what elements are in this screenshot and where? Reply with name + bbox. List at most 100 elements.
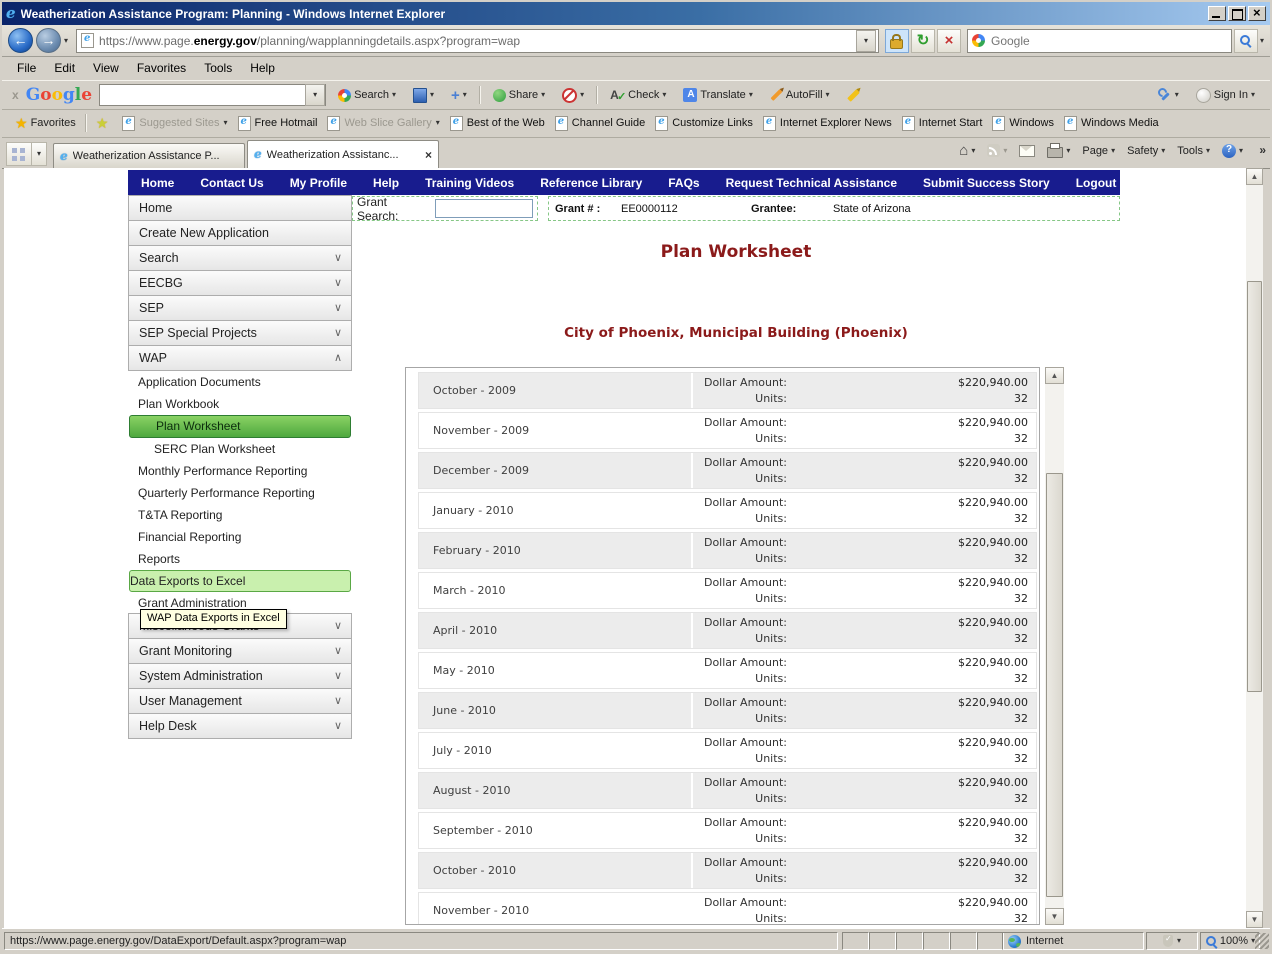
sidebar-item[interactable]: T&TA Reporting bbox=[128, 504, 352, 526]
favorite-link[interactable]: Best of the Web ▾ bbox=[445, 113, 550, 134]
add-favorite-button[interactable]: ★ bbox=[91, 113, 114, 133]
favorites-button[interactable]: ★ Favorites bbox=[10, 113, 81, 133]
favorite-link[interactable]: Windows ▾ bbox=[987, 113, 1059, 134]
search-go-button[interactable] bbox=[1233, 28, 1258, 53]
security-lock-button[interactable] bbox=[884, 28, 909, 53]
table-row[interactable]: July - 2010 Dollar Amount: $220,940.00 U… bbox=[418, 732, 1037, 769]
search-options-dropdown[interactable]: ▾ bbox=[1260, 36, 1264, 45]
tab-close-icon[interactable]: × bbox=[425, 148, 432, 162]
table-row[interactable]: October - 2009 Dollar Amount: $220,940.0… bbox=[418, 372, 1037, 409]
home-button[interactable]: ⌂ ▾ bbox=[956, 142, 978, 160]
search-box[interactable] bbox=[966, 28, 1232, 53]
sidebar-item[interactable]: SERC Plan Worksheet bbox=[128, 438, 352, 460]
menu-item[interactable]: Help bbox=[241, 58, 284, 78]
nav-item[interactable]: My Profile bbox=[277, 176, 360, 190]
bookmarks-button[interactable]: ▾ bbox=[408, 85, 439, 106]
search-input[interactable] bbox=[988, 32, 1227, 49]
sidebar-item[interactable]: Financial Reporting bbox=[128, 526, 352, 548]
sidebar-item[interactable]: WAP ∧ bbox=[128, 345, 352, 371]
sidebar-item[interactable]: SEP ∨ bbox=[128, 295, 352, 321]
page-scrollbar[interactable]: ▲ ▼ bbox=[1246, 168, 1263, 928]
popup-blocker-button[interactable]: ▾ bbox=[557, 85, 589, 106]
menu-item[interactable]: File bbox=[8, 58, 45, 78]
sidebar-item[interactable]: Grant Monitoring ∨ bbox=[128, 638, 352, 664]
stop-button[interactable]: × bbox=[936, 28, 961, 53]
nav-item[interactable]: Request Technical Assistance bbox=[713, 176, 910, 190]
table-row[interactable]: April - 2010 Dollar Amount: $220,940.00 … bbox=[418, 612, 1037, 649]
feeds-button[interactable]: ▾ bbox=[984, 142, 1010, 159]
table-scrollbar[interactable]: ▲ ▼ bbox=[1045, 367, 1064, 925]
favorite-link[interactable]: Suggested Sites ▾ bbox=[117, 113, 232, 134]
sidebar-item[interactable]: Plan Workbook bbox=[128, 393, 352, 415]
read-mail-button[interactable] bbox=[1016, 143, 1038, 159]
tools-menu[interactable]: Tools ▾ bbox=[1174, 143, 1213, 159]
sidebar-item[interactable]: Help Desk ∨ bbox=[128, 713, 352, 739]
scroll-down-button[interactable]: ▼ bbox=[1045, 908, 1064, 925]
menu-item[interactable]: View bbox=[84, 58, 128, 78]
toolbar-overflow-chevron[interactable]: » bbox=[1259, 143, 1266, 157]
close-button[interactable] bbox=[1248, 5, 1266, 21]
browser-tab[interactable]: e Weatherization Assistance P... bbox=[53, 143, 245, 168]
favorite-link[interactable]: Web Slice Gallery ▾ bbox=[322, 113, 444, 134]
print-button[interactable]: ▾ bbox=[1044, 141, 1073, 160]
sidebar-item[interactable]: Create New Application bbox=[128, 220, 352, 246]
sidebar-item[interactable]: Monthly Performance Reporting bbox=[128, 460, 352, 482]
nav-item[interactable]: Logout bbox=[1063, 176, 1130, 190]
table-row[interactable]: November - 2010 Dollar Amount: $220,940.… bbox=[418, 892, 1037, 924]
table-row[interactable]: August - 2010 Dollar Amount: $220,940.00… bbox=[418, 772, 1037, 809]
protected-mode-panel[interactable]: ▾ bbox=[1146, 932, 1198, 950]
favorite-link[interactable]: Internet Explorer News ▾ bbox=[758, 113, 897, 134]
safety-menu[interactable]: Safety ▾ bbox=[1124, 143, 1168, 159]
scroll-up-button[interactable]: ▲ bbox=[1045, 367, 1064, 384]
table-row[interactable]: March - 2010 Dollar Amount: $220,940.00 … bbox=[418, 572, 1037, 609]
scrollbar-thumb[interactable] bbox=[1247, 281, 1262, 692]
sidebar-item[interactable]: User Management ∨ bbox=[128, 688, 352, 714]
google-search-box[interactable]: ▾ bbox=[99, 84, 327, 106]
sidebar-item[interactable]: Data Exports to Excel bbox=[129, 570, 351, 592]
menu-item[interactable]: Favorites bbox=[128, 58, 195, 78]
scroll-down-button[interactable]: ▼ bbox=[1246, 911, 1263, 928]
recent-pages-dropdown[interactable]: ▾ bbox=[64, 36, 68, 45]
sidebar-item[interactable]: Plan Worksheet bbox=[129, 415, 351, 438]
address-dropdown[interactable]: ▾ bbox=[855, 29, 876, 52]
menu-item[interactable]: Edit bbox=[45, 58, 84, 78]
quick-tabs-button[interactable] bbox=[6, 142, 32, 166]
nav-item[interactable]: Help bbox=[360, 176, 412, 190]
favorite-link[interactable]: Internet Start ▾ bbox=[897, 113, 988, 134]
sidebar-item[interactable]: SEP Special Projects ∨ bbox=[128, 320, 352, 346]
table-row[interactable]: November - 2009 Dollar Amount: $220,940.… bbox=[418, 412, 1037, 449]
google-search-button[interactable]: Search ▾ bbox=[333, 86, 401, 105]
table-row[interactable]: December - 2009 Dollar Amount: $220,940.… bbox=[418, 452, 1037, 489]
sidebar-item[interactable]: Search ∨ bbox=[128, 245, 352, 271]
google-search-input[interactable] bbox=[100, 88, 306, 102]
google-search-dropdown[interactable]: ▾ bbox=[305, 84, 326, 106]
autofill-button[interactable]: AutoFill ▾ bbox=[765, 86, 835, 104]
scroll-up-button[interactable]: ▲ bbox=[1246, 168, 1263, 185]
tab-list-dropdown[interactable]: ▾ bbox=[32, 142, 47, 166]
highlighter-button[interactable] bbox=[842, 88, 865, 102]
add-bookmark-button[interactable]: + ▾ bbox=[446, 86, 472, 105]
favorite-link[interactable]: Customize Links ▾ bbox=[650, 113, 758, 134]
favorite-link[interactable]: Windows Media ▾ bbox=[1059, 113, 1164, 134]
resize-grip[interactable] bbox=[1255, 933, 1269, 949]
sidebar-item[interactable]: EECBG ∨ bbox=[128, 270, 352, 296]
address-input[interactable]: https://www.page.energy.gov/planning/wap… bbox=[76, 28, 879, 53]
forward-button[interactable]: → bbox=[36, 28, 61, 53]
table-row[interactable]: February - 2010 Dollar Amount: $220,940.… bbox=[418, 532, 1037, 569]
table-row[interactable]: May - 2010 Dollar Amount: $220,940.00 Un… bbox=[418, 652, 1037, 689]
google-logo[interactable]: Google bbox=[26, 85, 92, 105]
back-button[interactable]: ← bbox=[8, 28, 33, 53]
nav-item[interactable]: Reference Library bbox=[527, 176, 655, 190]
sidebar-item[interactable]: Application Documents bbox=[128, 371, 352, 393]
scrollbar-thumb[interactable] bbox=[1046, 473, 1063, 897]
nav-item[interactable]: FAQs bbox=[655, 176, 712, 190]
nav-item[interactable]: Home bbox=[128, 176, 187, 190]
maximize-button[interactable] bbox=[1228, 6, 1246, 21]
sign-in-button[interactable]: Sign In ▾ bbox=[1191, 85, 1260, 106]
spell-check-button[interactable]: Check ▾ bbox=[605, 85, 671, 105]
favorite-link[interactable]: Channel Guide ▾ bbox=[550, 113, 650, 134]
favorite-link[interactable]: Free Hotmail ▾ bbox=[233, 113, 323, 134]
sidebar-item[interactable]: System Administration ∨ bbox=[128, 663, 352, 689]
grant-search-input[interactable] bbox=[435, 199, 533, 218]
table-row[interactable]: September - 2010 Dollar Amount: $220,940… bbox=[418, 812, 1037, 849]
